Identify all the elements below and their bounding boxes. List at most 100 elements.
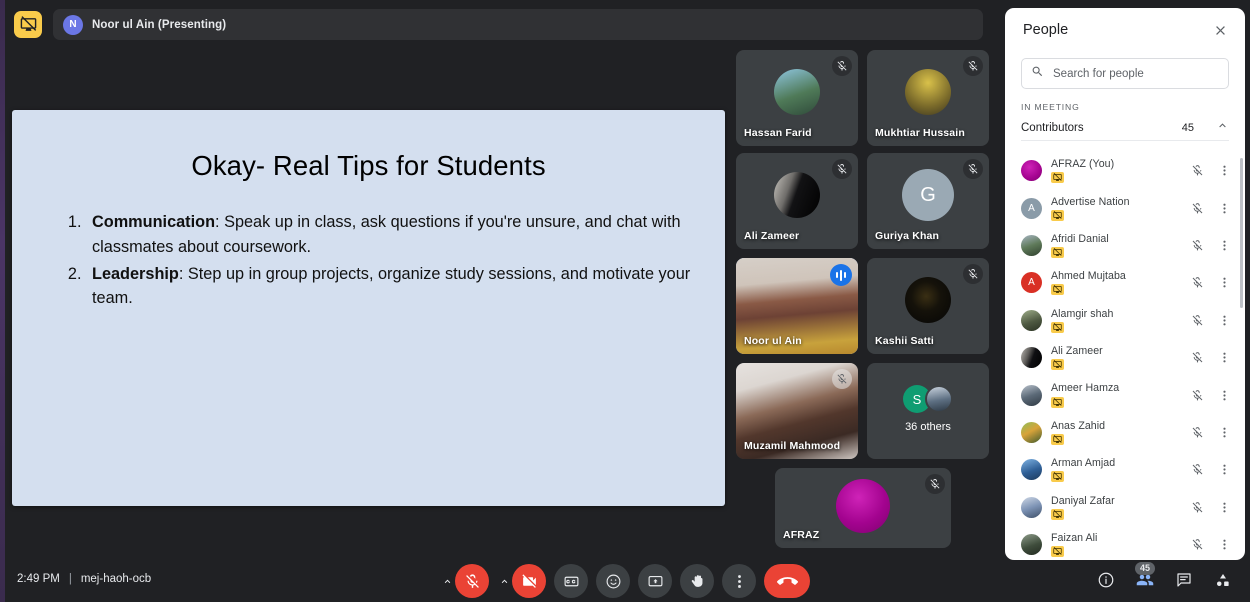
participant-info: Faizan Ali — [1051, 532, 1179, 558]
chat-panel-button[interactable] — [1169, 564, 1199, 596]
more-vertical-icon[interactable] — [1215, 202, 1233, 215]
captions-button[interactable] — [554, 564, 588, 598]
participant-info: Afridi Danial — [1051, 233, 1179, 259]
activities-button[interactable] — [1208, 564, 1238, 596]
search-icon — [1031, 65, 1044, 83]
more-vertical-icon[interactable] — [1215, 463, 1233, 476]
participants-list[interactable]: AFRAZ (You) A Advertise Nation Afridi Da… — [1005, 152, 1245, 560]
more-options-button[interactable] — [722, 564, 756, 598]
more-vertical-icon[interactable] — [1215, 426, 1233, 439]
screen-share-blocked-icon — [1051, 247, 1064, 259]
avatar — [774, 172, 820, 219]
mic-off-icon[interactable] — [1188, 202, 1206, 215]
mic-off-icon[interactable] — [1188, 351, 1206, 364]
avatar — [1021, 534, 1042, 556]
participant-info: Ameer Hamza — [1051, 382, 1179, 408]
mic-off-icon[interactable] — [1188, 276, 1206, 289]
list-item[interactable]: Alamgir shah — [1005, 302, 1245, 339]
more-vertical-icon[interactable] — [1215, 239, 1233, 252]
in-meeting-section-label: IN MEETING — [1021, 102, 1080, 112]
raise-hand-button[interactable] — [680, 564, 714, 598]
avatar — [1021, 309, 1042, 331]
emoji-button[interactable] — [596, 564, 630, 598]
participant-tile-hassan-farid[interactable]: Hassan Farid — [736, 50, 858, 146]
list-item[interactable]: AFRAZ (You) — [1005, 152, 1245, 189]
list-item[interactable]: Arman Amjad — [1005, 451, 1245, 488]
participant-tile-afraz[interactable]: AFRAZ — [775, 468, 951, 548]
mic-off-icon[interactable] — [1188, 426, 1206, 439]
avatar — [1021, 421, 1042, 443]
microphone-button[interactable] — [455, 564, 489, 598]
shared-presentation-slide[interactable]: Okay- Real Tips for Students Communicati… — [12, 110, 725, 506]
participant-tile-muzamil-mahmood[interactable]: Muzamil Mahmood — [736, 363, 858, 459]
mic-off-icon[interactable] — [1188, 314, 1206, 327]
avatar — [1021, 459, 1042, 481]
participant-info: Alamgir shah — [1051, 308, 1179, 333]
participant-tile-guriya-khan[interactable]: G Guriya Khan — [867, 153, 989, 249]
meeting-info: 2:49 PM | mej-haoh-ocb — [17, 573, 151, 585]
mic-off-icon[interactable] — [1188, 389, 1206, 402]
more-vertical-icon[interactable] — [1215, 389, 1233, 402]
more-vertical-icon[interactable] — [1215, 501, 1233, 514]
more-vertical-icon[interactable] — [1215, 276, 1233, 289]
mic-off-icon[interactable] — [1188, 501, 1206, 514]
screen-share-blocked-icon — [1051, 546, 1064, 558]
more-vertical-icon[interactable] — [1215, 314, 1233, 327]
top-bar: N Noor ul Ain (Presenting) — [5, 0, 995, 48]
avatar: G — [902, 169, 954, 222]
people-panel-button[interactable]: 45 — [1130, 562, 1160, 596]
screen-share-blocked-icon[interactable] — [14, 11, 42, 38]
chevron-up-icon[interactable] — [497, 564, 511, 598]
screen-share-blocked-icon — [1051, 434, 1064, 446]
mic-off-icon — [832, 369, 852, 389]
list-item[interactable]: Faizan Ali — [1005, 526, 1245, 560]
others-avatar-stack: S — [903, 385, 953, 414]
more-vertical-icon[interactable] — [1215, 538, 1233, 551]
search-input[interactable] — [1053, 67, 1219, 80]
participant-name: Faizan Ali — [1051, 532, 1098, 545]
meeting-details-button[interactable] — [1091, 564, 1121, 596]
camera-button[interactable] — [512, 564, 546, 598]
participant-tile-ali-zameer[interactable]: Ali Zameer — [736, 153, 858, 249]
participant-name: Guriya Khan — [875, 230, 940, 242]
participant-info: Advertise Nation — [1051, 196, 1179, 221]
slide-bullet-text: : Step up in group projects, organize st… — [92, 264, 691, 308]
participant-tile-mukhtiar-hussain[interactable]: Mukhtiar Hussain — [867, 50, 989, 146]
list-item[interactable]: A Ahmed Mujtaba — [1005, 264, 1245, 301]
participant-name: Kashii Satti — [875, 335, 934, 347]
more-vertical-icon[interactable] — [1215, 351, 1233, 364]
mic-off-icon[interactable] — [1188, 538, 1206, 551]
list-item[interactable]: A Advertise Nation — [1005, 189, 1245, 226]
mic-off-icon — [963, 159, 983, 179]
screen-share-blocked-icon — [1051, 508, 1064, 520]
participant-tile-kashii-satti[interactable]: Kashii Satti — [867, 258, 989, 354]
speaking-indicator-icon — [830, 264, 852, 286]
list-item[interactable]: Daniyal Zafar — [1005, 489, 1245, 526]
chevron-up-icon[interactable] — [1216, 119, 1229, 137]
participant-info: Arman Amjad — [1051, 457, 1179, 483]
meeting-code: mej-haoh-ocb — [80, 573, 152, 585]
list-item[interactable]: Afridi Danial — [1005, 227, 1245, 264]
participant-name: Daniyal Zafar — [1051, 494, 1115, 507]
participant-name: Muzamil Mahmood — [744, 440, 841, 452]
mic-off-icon[interactable] — [1188, 463, 1206, 476]
participant-name: Hassan Farid — [744, 127, 812, 139]
contributors-group-row[interactable]: Contributors 45 — [1021, 116, 1229, 141]
participant-tile-noor-ul-ain[interactable]: Noor ul Ain — [736, 258, 858, 354]
chevron-up-icon[interactable] — [440, 564, 454, 598]
avatar — [1021, 347, 1042, 369]
more-vertical-icon[interactable] — [1215, 164, 1233, 177]
list-item[interactable]: Anas Zahid — [1005, 414, 1245, 451]
panel-scrollbar[interactable] — [1240, 158, 1243, 308]
list-item[interactable]: Ameer Hamza — [1005, 376, 1245, 413]
list-item[interactable]: Ali Zameer — [1005, 339, 1245, 376]
search-for-people-box[interactable] — [1021, 58, 1229, 89]
mic-off-icon — [832, 159, 852, 179]
call-controls — [440, 564, 810, 598]
leave-call-button[interactable] — [764, 564, 810, 598]
present-button[interactable] — [638, 564, 672, 598]
close-icon[interactable] — [1209, 19, 1231, 41]
others-tile[interactable]: S 36 others — [867, 363, 989, 459]
mic-off-icon[interactable] — [1188, 239, 1206, 252]
mic-off-icon[interactable] — [1188, 164, 1206, 177]
